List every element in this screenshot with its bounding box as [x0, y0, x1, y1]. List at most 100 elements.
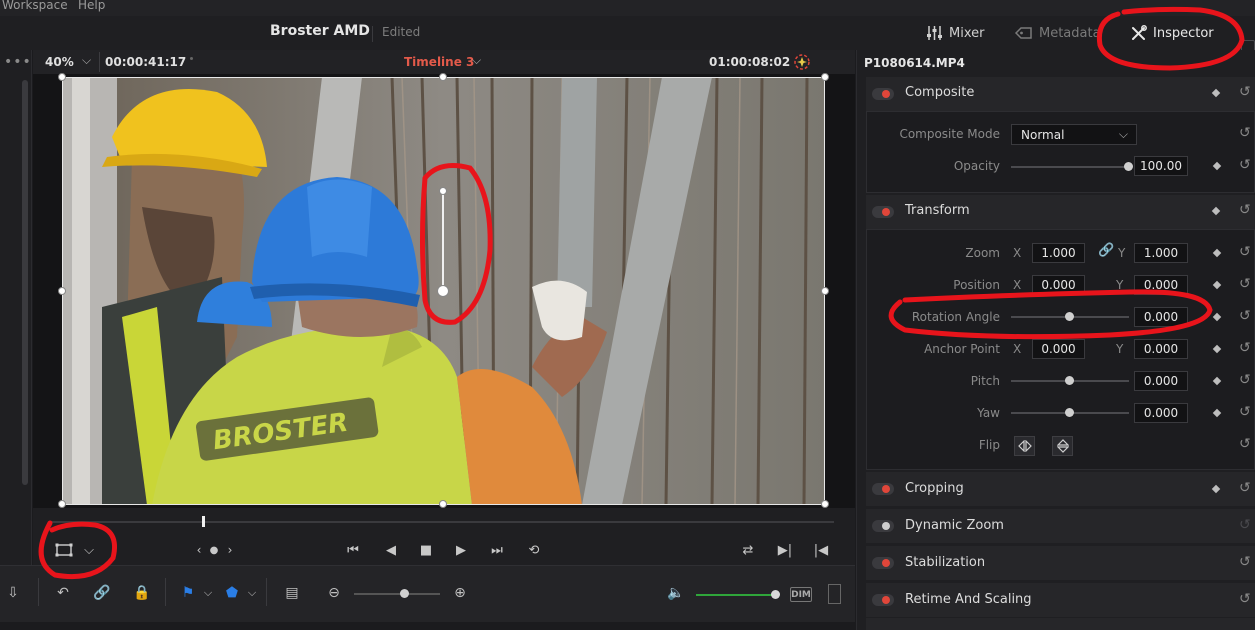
chevron-down-icon[interactable]: ⌵: [80, 541, 98, 559]
volume-knob[interactable]: [771, 590, 780, 599]
anchor-x-field[interactable]: 0.000: [1032, 339, 1085, 359]
cropping-section-header[interactable]: Cropping ↺: [866, 472, 1255, 506]
match-frame-icon[interactable]: ⇄: [739, 541, 757, 559]
transform-handle-tr[interactable]: [821, 73, 829, 81]
reset-icon[interactable]: ↺: [1239, 340, 1251, 356]
chevron-down-icon[interactable]: ⌵: [472, 53, 481, 68]
zoom-out-icon[interactable]: ⊖: [323, 582, 345, 604]
opacity-field[interactable]: 100.00: [1134, 156, 1188, 176]
lock-icon[interactable]: 🔒: [131, 582, 153, 604]
snapping-icon[interactable]: ↶: [52, 582, 74, 604]
menu-help[interactable]: Help: [78, 0, 105, 12]
keyframe-diamond-icon[interactable]: [1212, 408, 1222, 418]
rotation-slider-knob[interactable]: [1065, 312, 1074, 321]
keyframe-diamond-icon[interactable]: [1212, 312, 1222, 322]
next-edit-icon[interactable]: ▶|: [776, 541, 794, 559]
reset-icon[interactable]: ↺: [1239, 84, 1251, 100]
play-icon[interactable]: ▶: [452, 541, 470, 559]
insert-icon[interactable]: ⇩: [2, 582, 24, 604]
reset-icon[interactable]: ↺: [1239, 554, 1251, 570]
composite-enable-toggle[interactable]: [872, 88, 894, 100]
keyframe-diamond-icon[interactable]: [1211, 88, 1221, 98]
flag-icon[interactable]: ⚑: [177, 582, 199, 604]
zoom-x-field[interactable]: 1.000: [1032, 243, 1085, 263]
position-y-field[interactable]: 0.000: [1134, 275, 1188, 295]
transform-enable-toggle[interactable]: [872, 206, 894, 218]
mixer-button[interactable]: Mixer: [926, 22, 984, 44]
transform-handle-bl[interactable]: [58, 500, 66, 508]
dim-button[interactable]: DIM: [790, 587, 812, 602]
reset-icon[interactable]: ↺: [1239, 436, 1251, 452]
left-scrollbar[interactable]: [22, 80, 28, 485]
scrubber-track[interactable]: [52, 521, 834, 523]
next-frame-icon[interactable]: ›: [221, 541, 239, 559]
keyframe-diamond-icon[interactable]: [1212, 248, 1222, 258]
flip-horizontal-button[interactable]: [1014, 436, 1035, 456]
chevron-down-icon[interactable]: ⌵: [197, 582, 219, 604]
jump-end-icon[interactable]: ⏭: [488, 541, 506, 559]
metadata-button[interactable]: Metadata: [1014, 22, 1101, 44]
keyframe-diamond-icon[interactable]: [1212, 161, 1222, 171]
speaker-icon[interactable]: 🔈: [665, 582, 687, 604]
stop-icon[interactable]: ■: [417, 541, 435, 559]
transform-section-header[interactable]: Transform ↺: [866, 195, 1255, 229]
inspector-button[interactable]: Inspector: [1130, 22, 1214, 44]
keyframe-diamond-icon[interactable]: [1211, 206, 1221, 216]
left-options-icon[interactable]: •••: [4, 54, 32, 70]
transform-handle-l[interactable]: [58, 287, 66, 295]
anchor-y-field[interactable]: 0.000: [1134, 339, 1188, 359]
reset-icon[interactable]: ↺: [1239, 308, 1251, 324]
composite-mode-select[interactable]: Normal ⌵: [1011, 124, 1137, 145]
reset-icon[interactable]: ↺: [1239, 125, 1251, 141]
reverse-play-icon[interactable]: ◀: [382, 541, 400, 559]
dynamic-zoom-section-header[interactable]: Dynamic Zoom ↺: [866, 509, 1255, 543]
keyframe-diamond-icon[interactable]: [1212, 344, 1222, 354]
loop-icon[interactable]: ⟲: [525, 541, 543, 559]
link-icon[interactable]: 🔗: [91, 582, 113, 604]
composite-section-header[interactable]: Composite ↺: [866, 77, 1255, 111]
transform-overlay-button[interactable]: [55, 541, 73, 559]
cropping-enable-toggle[interactable]: [872, 483, 894, 495]
viewer-zoom-select[interactable]: 40%: [45, 55, 74, 69]
timeline-zoom-knob[interactable]: [400, 589, 409, 598]
yaw-slider-knob[interactable]: [1065, 408, 1074, 417]
dynamic-zoom-enable-toggle[interactable]: [872, 520, 894, 532]
transform-handle-br[interactable]: [821, 500, 829, 508]
pitch-slider-knob[interactable]: [1065, 376, 1074, 385]
reset-icon[interactable]: ↺: [1239, 202, 1251, 218]
stabilization-enable-toggle[interactable]: [872, 557, 894, 569]
transform-handle-t[interactable]: [439, 73, 447, 81]
rotation-handle-pivot[interactable]: [437, 285, 449, 297]
keyframe-diamond-icon[interactable]: [1211, 484, 1221, 494]
reset-icon[interactable]: ↺: [1239, 157, 1251, 173]
timeline-zoom-slider[interactable]: [354, 593, 440, 595]
link-icon[interactable]: 🔗: [1098, 243, 1114, 258]
retime-enable-toggle[interactable]: [872, 594, 894, 606]
reset-icon[interactable]: ↺: [1239, 276, 1251, 292]
flip-vertical-button[interactable]: [1052, 436, 1073, 456]
opacity-slider-knob[interactable]: [1124, 162, 1133, 171]
timeline-select[interactable]: Timeline 3: [404, 55, 474, 69]
rotation-handle-tip[interactable]: [439, 187, 447, 195]
reset-icon[interactable]: ↺: [1239, 517, 1251, 533]
reset-icon[interactable]: ↺: [1239, 404, 1251, 420]
menu-workspace[interactable]: Workspace: [2, 0, 68, 12]
pitch-field[interactable]: 0.000: [1134, 371, 1188, 391]
transform-handle-r[interactable]: [821, 287, 829, 295]
chevron-down-icon[interactable]: ⌵: [82, 53, 91, 68]
playhead[interactable]: [202, 516, 205, 527]
transform-handle-b[interactable]: [439, 500, 447, 508]
timeline-view-icon[interactable]: ▤: [281, 582, 303, 604]
marker-icon[interactable]: ⬟: [221, 582, 243, 604]
opacity-slider[interactable]: [1011, 166, 1129, 168]
playhead-sync-icon[interactable]: [793, 53, 811, 74]
keyframe-diamond-icon[interactable]: [1212, 280, 1222, 290]
stabilization-section-header[interactable]: Stabilization ↺: [866, 546, 1255, 580]
retime-section-header[interactable]: Retime And Scaling ↺: [866, 583, 1255, 617]
zoom-y-field[interactable]: 1.000: [1134, 243, 1188, 263]
reset-icon[interactable]: ↺: [1239, 244, 1251, 260]
zoom-in-icon[interactable]: ⊕: [449, 582, 471, 604]
prev-edit-icon[interactable]: |◀: [812, 541, 830, 559]
chevron-down-icon[interactable]: ⌵: [241, 582, 263, 604]
volume-slider[interactable]: [696, 594, 774, 596]
